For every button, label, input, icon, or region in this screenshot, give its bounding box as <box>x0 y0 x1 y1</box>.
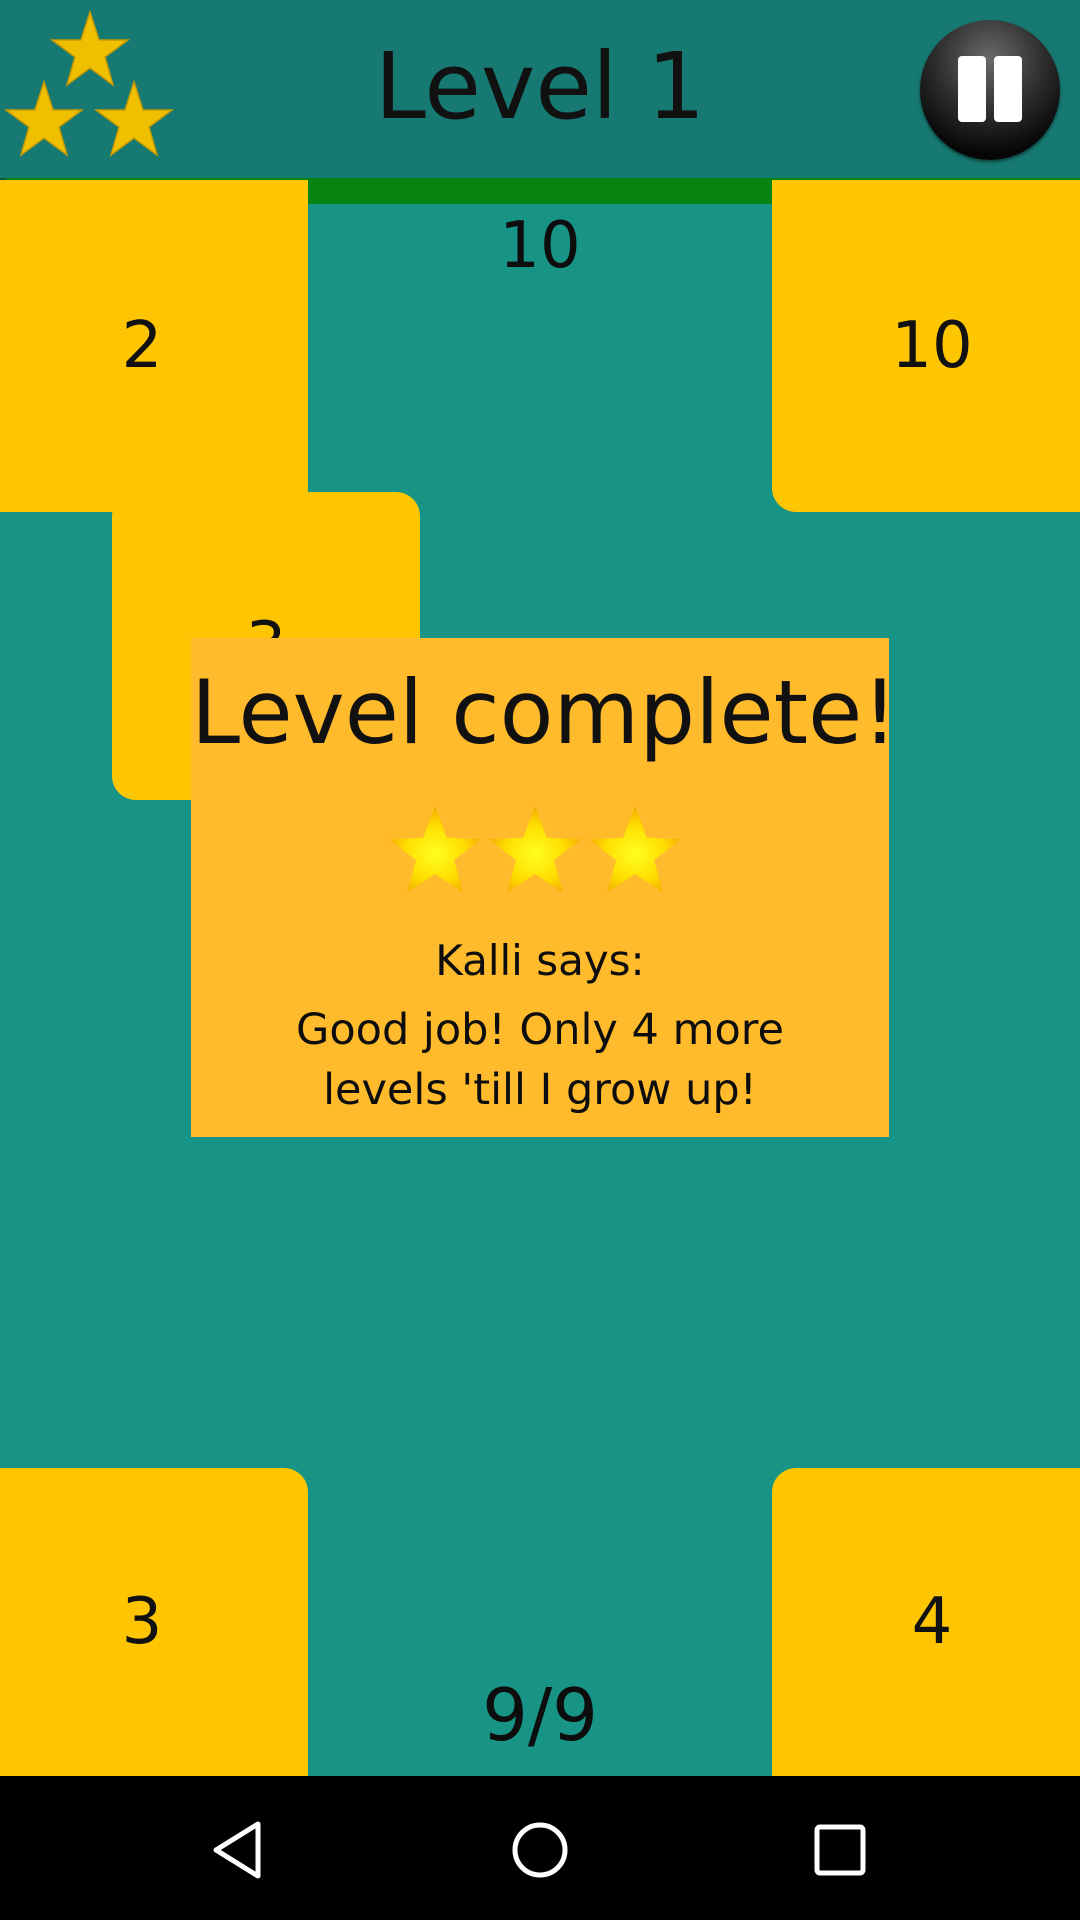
pause-icon <box>958 56 986 122</box>
tile-top-left[interactable]: 2 <box>0 180 308 512</box>
tile-top-right[interactable]: 10 <box>772 180 1080 512</box>
pause-icon-bar <box>994 56 1022 122</box>
earned-stars <box>389 806 681 893</box>
level-complete-dialog[interactable]: Level complete! Kalli says: Good job! On… <box>191 638 898 1137</box>
dialog-speaker: Kalli says: <box>435 936 645 985</box>
dialog-title: Level complete! <box>191 661 898 764</box>
pause-button[interactable] <box>920 20 1060 160</box>
rating-star-icon <box>589 806 681 893</box>
moves-counter: 9/9 <box>482 1673 598 1757</box>
back-triangle-icon[interactable] <box>208 1818 272 1882</box>
rating-star-icon <box>389 806 481 893</box>
rating-stars <box>389 806 681 893</box>
header: Level 1 <box>0 0 1080 178</box>
system-navigation-bar <box>0 1776 1080 1920</box>
recents-square-icon[interactable] <box>808 1818 872 1882</box>
rating-star-icon <box>489 806 581 893</box>
home-circle-icon[interactable] <box>508 1818 572 1882</box>
dialog-message: Good job! Only 4 more levels 'till I gro… <box>296 1005 784 1115</box>
level-title: Level 1 <box>374 33 706 140</box>
